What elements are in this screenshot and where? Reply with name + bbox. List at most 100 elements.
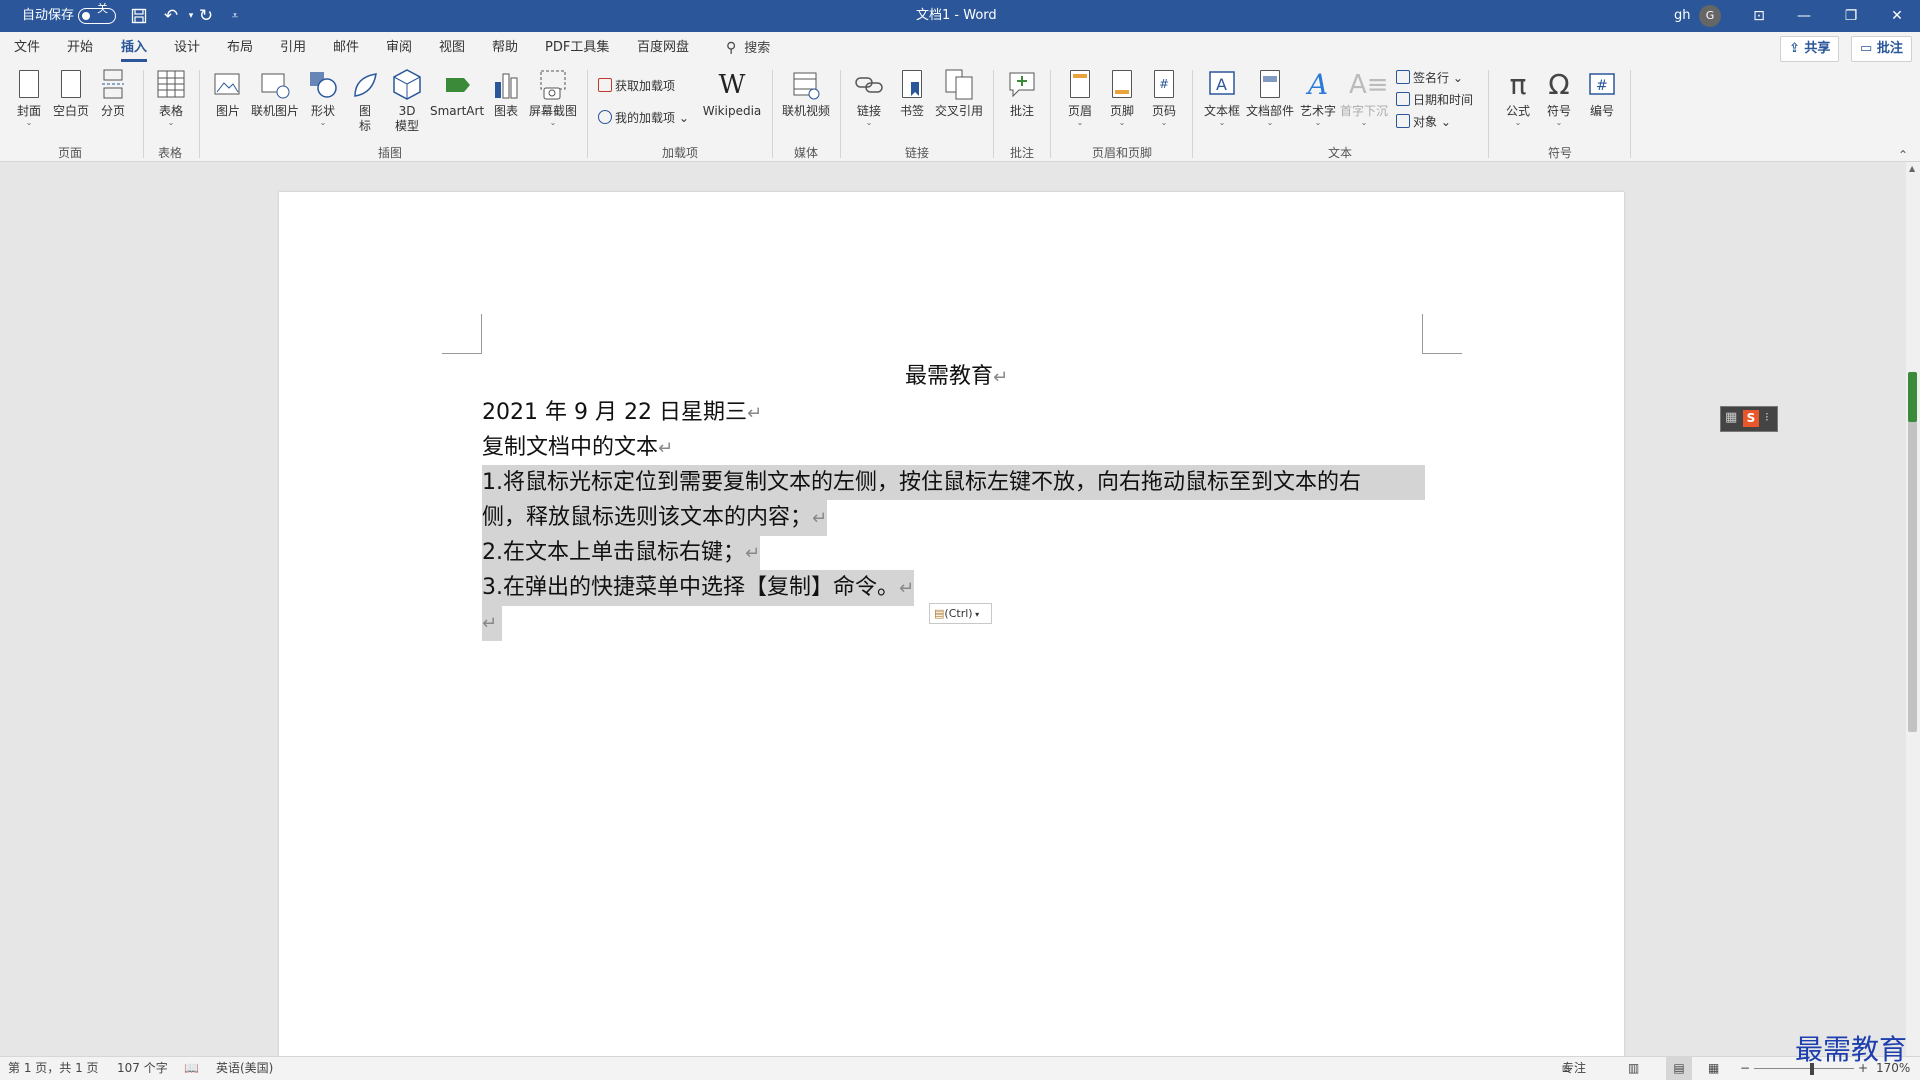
screenshot-icon bbox=[538, 68, 568, 102]
tab-file[interactable]: 文件 bbox=[14, 32, 40, 64]
link-icon bbox=[854, 68, 884, 102]
bookmark-button[interactable]: 书签 bbox=[895, 68, 929, 119]
title-bar: 自动保存 关 ↶ ▾ ↻ ⩡ 文档1 - Word gh G ⊡ — ❐ ✕ bbox=[0, 0, 1920, 32]
header-button[interactable]: 页眉 ⌄ bbox=[1063, 68, 1097, 127]
tab-review[interactable]: 审阅 bbox=[386, 32, 412, 64]
avatar[interactable]: G bbox=[1699, 5, 1721, 27]
object-icon bbox=[1396, 114, 1410, 128]
blank-page-button[interactable]: 空白页 bbox=[52, 68, 90, 119]
my-addins-button[interactable]: 我的加载项 ⌄ bbox=[598, 108, 689, 128]
online-video-button[interactable]: 联机视频 bbox=[780, 68, 832, 119]
scrollbar-thumb[interactable] bbox=[1908, 372, 1917, 732]
smartart-label: SmartArt bbox=[430, 104, 485, 118]
calendar-icon bbox=[1396, 92, 1410, 106]
cover-page-button[interactable]: 封面 ⌄ bbox=[12, 68, 46, 127]
cross-reference-button[interactable]: 交叉引用 bbox=[934, 68, 984, 119]
watermark: 最需教育 bbox=[1795, 1033, 1908, 1066]
zoom-slider[interactable] bbox=[1754, 1068, 1854, 1069]
tab-design[interactable]: 设计 bbox=[174, 32, 200, 64]
word-count[interactable]: 107 个字 bbox=[117, 1057, 168, 1080]
tab-mailings[interactable]: 邮件 bbox=[333, 32, 359, 64]
cross-reference-label: 交叉引用 bbox=[934, 104, 983, 118]
page-break-button[interactable]: 分页 bbox=[96, 68, 130, 119]
3d-models-button[interactable]: 3D 模型 bbox=[390, 68, 424, 134]
autosave-toggle[interactable]: 关 bbox=[78, 2, 116, 24]
customize-qat-icon[interactable]: ⩡ bbox=[222, 0, 248, 32]
page-info[interactable]: 第 1 页，共 1 页 bbox=[8, 1057, 99, 1080]
tab-pdf-tools[interactable]: PDF工具集 bbox=[545, 32, 609, 64]
tab-baidu-netdisk[interactable]: 百度网盘 bbox=[637, 32, 689, 64]
paragraph-mark: ↵ bbox=[482, 613, 498, 634]
shapes-label: 形状 bbox=[310, 104, 335, 118]
addins-icon bbox=[598, 110, 612, 124]
chart-icon bbox=[491, 68, 521, 102]
collapse-ribbon-icon[interactable]: ⌃ bbox=[1898, 148, 1908, 162]
web-layout-icon[interactable]: ▦ bbox=[1708, 1057, 1719, 1080]
text-box-label: 文本框 bbox=[1203, 104, 1240, 118]
step3-text: 3.在弹出的快捷菜单中选择【复制】命令。 bbox=[482, 575, 899, 600]
restore-icon[interactable]: ❐ bbox=[1828, 0, 1874, 32]
wordart-button[interactable]: A 艺术字 ⌄ bbox=[1298, 68, 1338, 127]
object-button[interactable]: 对象 ⌄ bbox=[1396, 112, 1451, 132]
tab-insert[interactable]: 插入 bbox=[121, 32, 148, 64]
user-name[interactable]: gh bbox=[1674, 0, 1691, 32]
redo-icon[interactable]: ↻ bbox=[193, 0, 219, 32]
zoom-out-icon[interactable]: − bbox=[1740, 1057, 1750, 1080]
tab-view[interactable]: 视图 bbox=[439, 32, 465, 64]
online-pictures-button[interactable]: 联机图片 bbox=[250, 68, 300, 119]
screenshot-button[interactable]: 屏幕截图 ⌄ bbox=[526, 68, 580, 127]
print-layout-icon[interactable]: ▤ bbox=[1666, 1057, 1692, 1080]
chart-button[interactable]: 图表 bbox=[490, 68, 522, 119]
search-box[interactable]: ⚲ 搜索 bbox=[726, 32, 770, 64]
icons-label-line2: 标 bbox=[358, 119, 371, 133]
date-time-button[interactable]: 日期和时间 bbox=[1396, 90, 1473, 110]
online-picture-icon bbox=[260, 68, 290, 102]
link-button[interactable]: 链接 ⌄ bbox=[852, 68, 886, 127]
tab-help[interactable]: 帮助 bbox=[492, 32, 518, 64]
table-button[interactable]: 表格 ⌄ bbox=[154, 68, 188, 127]
text-box-button[interactable]: A 文本框 ⌄ bbox=[1202, 68, 1242, 127]
shapes-button[interactable]: 形状 ⌄ bbox=[306, 68, 340, 127]
close-icon[interactable]: ✕ bbox=[1874, 0, 1920, 32]
signature-line-button[interactable]: 签名行 ⌄ bbox=[1396, 68, 1463, 88]
tab-home[interactable]: 开始 bbox=[67, 32, 93, 64]
new-comment-button[interactable]: 批注 bbox=[1004, 68, 1040, 119]
proofing-icon[interactable]: 📖 bbox=[184, 1057, 199, 1080]
share-button[interactable]: ⇪ 共享 bbox=[1780, 36, 1840, 62]
read-mode-icon[interactable]: ▥ bbox=[1628, 1057, 1639, 1080]
page-number-label: 页码 bbox=[1151, 104, 1176, 118]
drop-cap-button[interactable]: A≡ 首字下沉 ⌄ bbox=[1340, 68, 1389, 127]
document-page[interactable]: 最需教育↵ 2021 年 9 月 22 日星期三↵ 复制文档中的文本↵ 1.将鼠… bbox=[279, 192, 1624, 1062]
separator bbox=[1630, 70, 1631, 158]
symbol-button[interactable]: Ω 符号 ⌄ bbox=[1542, 68, 1576, 127]
equation-button[interactable]: π 公式 ⌄ bbox=[1500, 68, 1536, 127]
document-title-text: 最需教育 bbox=[905, 364, 994, 389]
table-label: 表格 bbox=[158, 104, 183, 118]
comments-button[interactable]: ▭ 批注 bbox=[1851, 36, 1912, 62]
tab-layout[interactable]: 布局 bbox=[227, 32, 253, 64]
page-number-button[interactable]: # 页码 ⌄ bbox=[1147, 68, 1181, 127]
vertical-scrollbar[interactable]: ▲ bbox=[1906, 162, 1920, 1056]
minimize-icon[interactable]: — bbox=[1781, 0, 1827, 32]
get-addins-button[interactable]: 获取加载项 bbox=[598, 76, 675, 96]
wikipedia-button[interactable]: W Wikipedia bbox=[700, 68, 764, 119]
paragraph-mark: ↵ bbox=[812, 508, 828, 529]
shapes-icon bbox=[308, 68, 338, 102]
paste-options-button[interactable]: ▤(Ctrl) ▾ bbox=[929, 603, 992, 624]
smartart-button[interactable]: SmartArt bbox=[430, 68, 484, 119]
save-icon[interactable] bbox=[126, 0, 152, 32]
quick-parts-button[interactable]: 文档部件 ⌄ bbox=[1245, 68, 1295, 127]
language[interactable]: 英语(美国) bbox=[216, 1057, 273, 1080]
ime-toolbar[interactable]: ▦ S ⁝ bbox=[1720, 406, 1778, 432]
icons-button[interactable]: 图 标 bbox=[348, 68, 382, 134]
pictures-button[interactable]: 图片 bbox=[210, 68, 246, 119]
group-media-label: 媒体 bbox=[793, 146, 818, 160]
paragraph-mark: ↵ bbox=[993, 367, 1009, 388]
tab-references[interactable]: 引用 bbox=[280, 32, 306, 64]
ribbon-display-icon[interactable]: ⊡ bbox=[1736, 0, 1782, 32]
number-button[interactable]: # 编号 bbox=[1584, 68, 1620, 119]
footer-button[interactable]: 页脚 ⌄ bbox=[1105, 68, 1139, 127]
cube-icon bbox=[392, 68, 422, 102]
scroll-up-icon[interactable]: ▲ bbox=[1909, 164, 1915, 173]
paragraph-mark: ↵ bbox=[745, 543, 761, 564]
